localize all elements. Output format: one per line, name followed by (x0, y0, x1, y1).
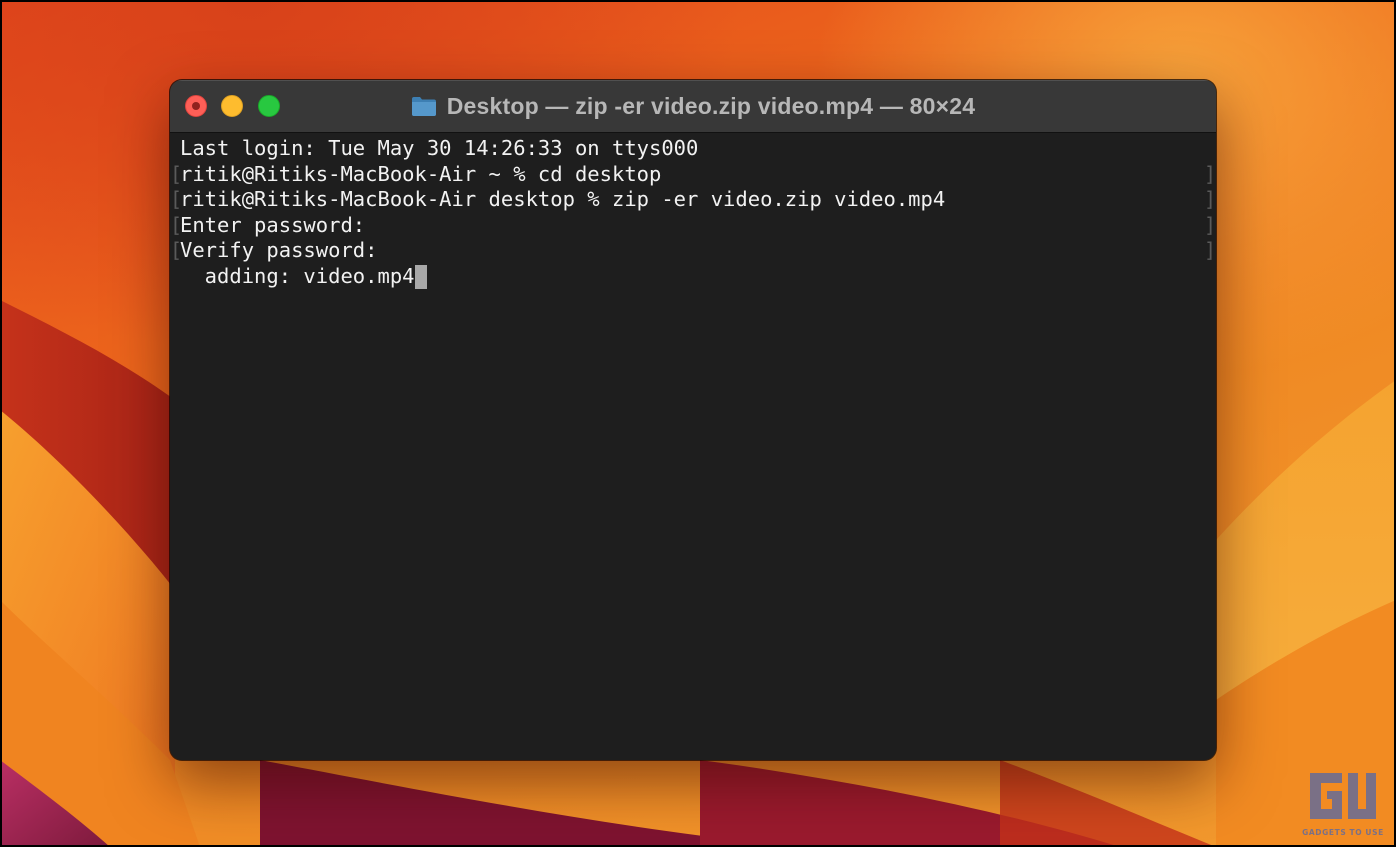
terminal-line-adding-text: adding: video.mp4 (180, 263, 415, 288)
window-title-group: Desktop — zip -er video.zip video.mp4 — … (170, 80, 1216, 132)
terminal-window[interactable]: Desktop — zip -er video.zip video.mp4 — … (170, 80, 1216, 760)
watermark-logo: GADGETS TO USE (1302, 767, 1384, 837)
terminal-line-adding: adding: video.mp4 (180, 264, 1208, 290)
terminal-output-area[interactable]: Last login: Tue May 30 14:26:33 on ttys0… (170, 133, 1216, 760)
terminal-line-zip-command: ritik@Ritiks-MacBook-Air desktop % zip -… (170, 187, 1216, 213)
terminal-lines: Last login: Tue May 30 14:26:33 on ttys0… (170, 136, 1216, 290)
title-bar[interactable]: Desktop — zip -er video.zip video.mp4 — … (170, 80, 1216, 133)
terminal-line-cd-command: ritik@Ritiks-MacBook-Air ~ % cd desktop (170, 162, 1216, 188)
text-cursor (414, 264, 427, 289)
terminal-line-enter-password: Enter password: (170, 213, 1216, 239)
folder-icon (411, 95, 437, 117)
window-title: Desktop — zip -er video.zip video.mp4 — … (446, 92, 976, 119)
gu-logo-icon (1310, 773, 1376, 819)
watermark-caption: GADGETS TO USE (1302, 828, 1384, 837)
terminal-line-last-login: Last login: Tue May 30 14:26:33 on ttys0… (180, 136, 699, 160)
terminal-line-verify-password: Verify password: (170, 238, 1216, 264)
